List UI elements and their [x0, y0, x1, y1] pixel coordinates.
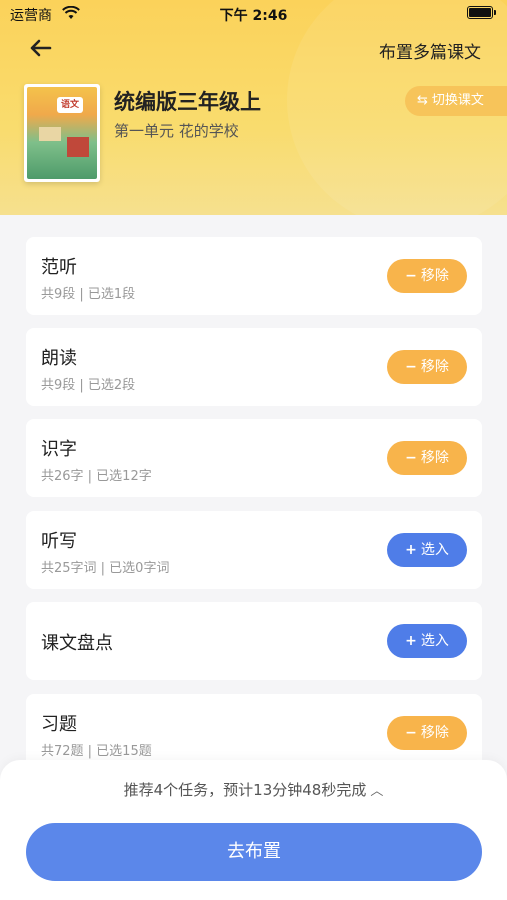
- task-title: 听写: [41, 531, 77, 552]
- task-summary: 推荐4个任务，预计13分钟48秒完成: [123, 781, 367, 799]
- minus-icon: −: [405, 359, 417, 375]
- cover-badge: 语文: [57, 97, 83, 113]
- go-assign-button[interactable]: 去布置: [26, 823, 482, 881]
- remove-button[interactable]: − 移除: [387, 716, 467, 750]
- assign-multiple-lessons-button[interactable]: 布置多篇课文: [379, 38, 481, 63]
- task-title: 识字: [41, 439, 77, 460]
- battery-icon: [467, 6, 496, 19]
- task-card-characters: 识字 共26字 | 已选12字 − 移除: [26, 419, 482, 497]
- task-subtitle: 共9段 | 已选2段: [41, 378, 136, 393]
- task-card-dictation: 听写 共25字词 | 已选0字词 + 选入: [26, 511, 482, 589]
- task-subtitle: 共9段 | 已选1段: [41, 287, 136, 302]
- minus-icon: −: [405, 450, 417, 466]
- task-subtitle: 共25字词 | 已选0字词: [41, 561, 170, 576]
- switch-lesson-label: 切换课文: [431, 93, 484, 108]
- add-button[interactable]: + 选入: [387, 533, 467, 567]
- remove-button[interactable]: − 移除: [387, 350, 467, 384]
- action-label: 移除: [420, 725, 449, 741]
- task-card-listen: 范听 共9段 | 已选1段 − 移除: [26, 237, 482, 315]
- switch-lesson-button[interactable]: ⇆ 切换课文: [405, 86, 507, 116]
- plus-icon: +: [405, 633, 417, 649]
- task-card-lesson-review: 课文盘点 + 选入: [26, 602, 482, 680]
- book-title: 统编版三年级上: [114, 90, 261, 114]
- swap-icon: ⇆: [417, 93, 428, 108]
- chevron-up-icon: ︿: [370, 784, 384, 799]
- task-subtitle: 共72题 | 已选15题: [41, 744, 152, 759]
- bottom-sheet: 推荐4个任务，预计13分钟48秒完成 ︿ 去布置: [0, 760, 507, 900]
- add-button[interactable]: + 选入: [387, 624, 467, 658]
- remove-button[interactable]: − 移除: [387, 441, 467, 475]
- minus-icon: −: [405, 725, 417, 741]
- header-banner: 运营商 下午 2:46 布置多篇课文 语文 统编版三年级上 第一单元 花的学校 …: [0, 0, 507, 215]
- action-label: 选入: [420, 633, 449, 649]
- task-subtitle: 共26字 | 已选12字: [41, 469, 152, 484]
- action-label: 移除: [420, 450, 449, 466]
- back-arrow-icon[interactable]: [28, 36, 54, 60]
- lesson-unit: 第一单元 花的学校: [114, 122, 239, 140]
- task-title: 课文盘点: [41, 633, 113, 654]
- task-title: 朗读: [41, 348, 77, 369]
- minus-icon: −: [405, 268, 417, 284]
- status-time: 下午 2:46: [219, 8, 288, 24]
- action-label: 移除: [420, 268, 449, 284]
- remove-button[interactable]: − 移除: [387, 259, 467, 293]
- book-cover-image: 语文: [24, 84, 100, 182]
- task-summary-toggle[interactable]: 推荐4个任务，预计13分钟48秒完成 ︿: [0, 779, 507, 800]
- task-card-read-aloud: 朗读 共9段 | 已选2段 − 移除: [26, 328, 482, 406]
- action-label: 选入: [420, 542, 449, 558]
- task-title: 习题: [41, 714, 77, 735]
- status-bar: 运营商 下午 2:46: [0, 0, 507, 28]
- task-title: 范听: [41, 257, 77, 278]
- plus-icon: +: [405, 542, 417, 558]
- action-label: 移除: [420, 359, 449, 375]
